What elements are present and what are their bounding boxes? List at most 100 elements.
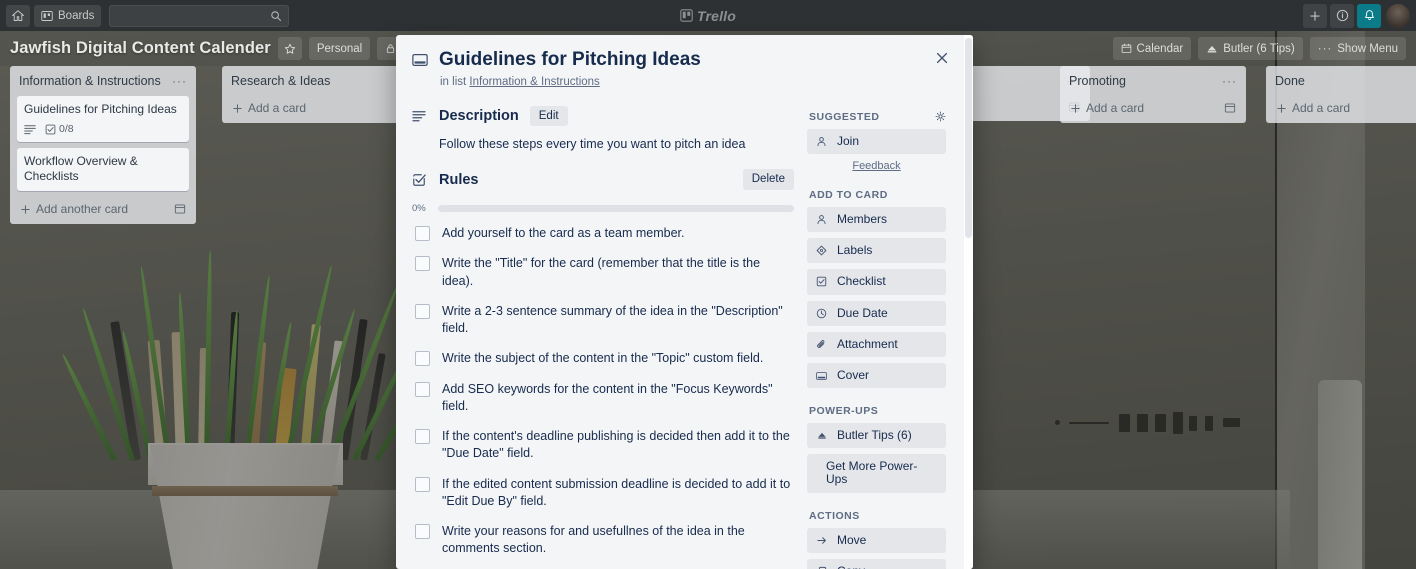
team-button[interactable]: Personal bbox=[308, 37, 371, 60]
butler-icon bbox=[816, 430, 829, 441]
card-modal-sidebar: SUGGESTED Join Feedback ADD TO CARD Memb bbox=[807, 88, 946, 569]
card-detail-modal: Guidelines for Pitching Ideas in list In… bbox=[396, 35, 973, 569]
card-workflow-overview-checklists[interactable]: Workflow Overview & Checklists bbox=[17, 148, 189, 191]
list-menu-icon[interactable]: ··· bbox=[1222, 74, 1237, 88]
checklist-item[interactable]: Write a 2-3 sentence summary of the idea… bbox=[412, 296, 794, 344]
butler-button[interactable]: Butler (6 Tips) bbox=[1198, 37, 1303, 60]
get-more-power-ups-label: Get More Power-Ups bbox=[826, 459, 918, 487]
add-another-card-button[interactable]: Add another card bbox=[17, 197, 189, 220]
checklist-item[interactable]: If the edited content submission deadlin… bbox=[412, 469, 794, 517]
in-list-link[interactable]: Information & Instructions bbox=[469, 76, 599, 88]
join-label: Join bbox=[837, 133, 860, 148]
checkbox-icon[interactable] bbox=[415, 256, 430, 272]
list-menu-icon[interactable]: ··· bbox=[172, 74, 187, 88]
add-card-label: Add a card bbox=[1292, 101, 1351, 115]
gear-icon[interactable] bbox=[935, 111, 946, 122]
notifications-button[interactable] bbox=[1357, 3, 1381, 28]
ellipsis-icon: ··· bbox=[1317, 42, 1333, 55]
template-icon[interactable] bbox=[174, 203, 186, 215]
checklist-heading: Rules bbox=[439, 171, 479, 188]
checklist-section-header: Rules Delete bbox=[412, 169, 794, 191]
search-box[interactable] bbox=[109, 4, 290, 27]
delete-checklist-button[interactable]: Delete bbox=[742, 169, 794, 191]
due-date-label: Due Date bbox=[837, 305, 888, 320]
checklist-item[interactable]: Write the subject of the content in the … bbox=[412, 343, 794, 373]
person-icon bbox=[816, 136, 829, 147]
power-ups-label: POWER-UPS bbox=[809, 405, 879, 418]
checkbox-icon[interactable] bbox=[415, 303, 430, 319]
clock-icon bbox=[816, 308, 829, 319]
checkbox-icon[interactable] bbox=[415, 429, 430, 445]
card-guidelines-for-pitching-ideas[interactable]: Guidelines for Pitching Ideas 0/8 bbox=[17, 96, 189, 142]
suggested-heading: SUGGESTED bbox=[809, 111, 946, 123]
labels-button[interactable]: Labels bbox=[807, 238, 946, 264]
checklist-item[interactable]: If the content's deadline publishing is … bbox=[412, 421, 794, 469]
add-button[interactable] bbox=[1303, 3, 1327, 28]
trello-logo-text: Trello bbox=[696, 7, 737, 24]
edit-description-button[interactable]: Edit bbox=[529, 105, 568, 127]
show-menu-label: Show Menu bbox=[1337, 42, 1398, 55]
members-button[interactable]: Members bbox=[807, 206, 946, 233]
user-avatar[interactable] bbox=[1386, 3, 1410, 28]
checkbox-icon[interactable] bbox=[415, 226, 430, 242]
card-modal-header: Guidelines for Pitching Ideas in list In… bbox=[396, 35, 973, 88]
boards-button[interactable]: Boards bbox=[34, 4, 102, 27]
modal-scrollbar[interactable] bbox=[964, 35, 973, 569]
plus-icon bbox=[20, 204, 31, 215]
card-checklist-badge: 0/8 bbox=[45, 123, 74, 135]
checklist-count: 0/8 bbox=[59, 123, 74, 135]
butler-tips-label: Butler Tips (6) bbox=[837, 428, 912, 443]
show-menu-button[interactable]: ··· Show Menu bbox=[1309, 37, 1406, 60]
list-title: Done bbox=[1275, 74, 1305, 88]
checklist-item[interactable]: Add yourself to the card as a team membe… bbox=[412, 218, 794, 248]
person-icon bbox=[816, 214, 829, 225]
feedback-link[interactable]: Feedback bbox=[807, 160, 946, 172]
join-button[interactable]: Join bbox=[807, 128, 946, 154]
add-card-button[interactable]: Add a card bbox=[1273, 96, 1416, 119]
get-more-power-ups-button[interactable]: Get More Power-Ups bbox=[807, 454, 946, 493]
label-icon bbox=[816, 245, 829, 256]
template-icon[interactable] bbox=[1224, 102, 1236, 114]
star-button[interactable] bbox=[277, 37, 302, 60]
top-navigation-bar: Boards Trello bbox=[0, 0, 1416, 31]
info-button[interactable] bbox=[1330, 3, 1354, 28]
checklist-button[interactable]: Checklist bbox=[807, 269, 946, 295]
list-header: Research & Ideas bbox=[229, 72, 401, 96]
top-nav-right-group bbox=[1303, 3, 1410, 28]
move-button[interactable]: Move bbox=[807, 527, 946, 553]
modal-scrollbar-thumb[interactable] bbox=[965, 38, 972, 238]
attachment-button[interactable]: Attachment bbox=[807, 331, 946, 357]
butler-label: Butler (6 Tips) bbox=[1223, 42, 1295, 55]
checklist-item[interactable]: Write the "Title" for the card (remember… bbox=[412, 248, 794, 296]
add-card-label: Add another card bbox=[36, 202, 129, 216]
checkbox-icon[interactable] bbox=[415, 476, 430, 492]
checklist-item[interactable]: Write your reasons for and usefullnes of… bbox=[412, 516, 794, 564]
card-badges: 0/8 bbox=[24, 123, 182, 135]
card-modal-body: Description Edit Follow these steps ever… bbox=[396, 88, 973, 569]
checkbox-icon[interactable] bbox=[415, 524, 430, 540]
search-icon[interactable] bbox=[270, 10, 282, 22]
search-input[interactable] bbox=[116, 9, 271, 22]
card-title: Guidelines for Pitching Ideas bbox=[24, 102, 177, 116]
checklist-label: Checklist bbox=[837, 274, 886, 289]
add-card-button[interactable]: Add a card bbox=[229, 96, 401, 119]
calendar-button[interactable]: Calendar bbox=[1112, 37, 1192, 60]
board-title: Jawfish Digital Content Calender bbox=[10, 39, 271, 57]
add-card-button[interactable]: Add a card bbox=[1067, 96, 1239, 119]
home-button[interactable] bbox=[6, 4, 30, 27]
checkbox-icon[interactable] bbox=[415, 351, 430, 367]
checklist-item-label: Write a 2-3 sentence summary of the idea… bbox=[442, 303, 783, 336]
card-title-row: Guidelines for Pitching Ideas bbox=[412, 49, 957, 72]
calendar-icon bbox=[1121, 43, 1132, 54]
close-icon[interactable] bbox=[931, 47, 953, 69]
checklist-item-label: Add yourself to the card as a team membe… bbox=[442, 226, 685, 241]
checkbox-icon[interactable] bbox=[415, 381, 430, 397]
butler-tips-button[interactable]: Butler Tips (6) bbox=[807, 423, 946, 449]
checklist-item[interactable]: Add SEO keywords for the content in the … bbox=[412, 374, 794, 422]
board-header-right-group: Calendar Butler (6 Tips) ··· Show Menu bbox=[1106, 37, 1406, 60]
cover-button[interactable]: Cover bbox=[807, 362, 946, 389]
due-date-button[interactable]: Due Date bbox=[807, 300, 946, 326]
copy-button[interactable]: Copy bbox=[807, 558, 946, 569]
in-list-prefix: in list bbox=[440, 75, 467, 88]
suggested-label: SUGGESTED bbox=[809, 110, 880, 123]
